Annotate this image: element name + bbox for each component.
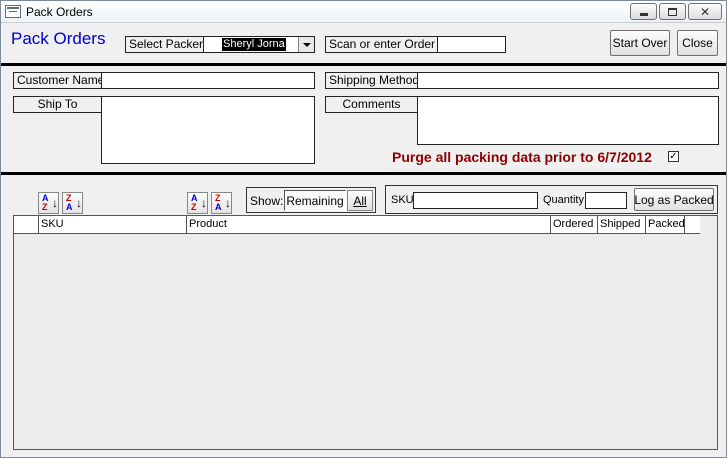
shipping-method-field[interactable] xyxy=(417,72,719,89)
window-close-button[interactable]: ✕ xyxy=(688,3,722,20)
row-selector-header xyxy=(14,216,39,233)
shipping-method-label: Shipping Method xyxy=(325,72,419,89)
show-all-label: All xyxy=(353,193,367,208)
form-icon xyxy=(5,5,21,18)
sort-sku-descending-button[interactable]: Z A ↓ xyxy=(62,192,83,214)
packer-combobox[interactable]: Sheryl Jorna xyxy=(203,36,315,53)
log-as-packed-button[interactable]: Log as Packed xyxy=(634,188,714,211)
column-header-sku[interactable]: SKU xyxy=(39,216,187,233)
customer-name-label: Customer Name xyxy=(13,72,104,89)
sort-product-descending-button[interactable]: Z A ↓ xyxy=(211,192,232,214)
show-label: Show: xyxy=(250,194,284,208)
quantity-label: Quantity xyxy=(543,194,584,206)
sort-desc-bottom-letter: A xyxy=(66,202,73,212)
close-icon: ✕ xyxy=(699,4,711,19)
comments-label: Comments xyxy=(325,96,418,113)
order-number-input[interactable] xyxy=(437,36,506,53)
ship-to-field[interactable] xyxy=(101,96,315,164)
section-divider-bottom xyxy=(1,172,726,175)
purge-data-label: Purge all packing data prior to 6/7/2012 xyxy=(392,149,652,165)
customer-name-field[interactable] xyxy=(101,72,315,89)
maximize-icon xyxy=(668,7,677,16)
arrow-down-icon: ↓ xyxy=(225,196,231,210)
packing-grid[interactable]: SKU Product Ordered Shipped Packed xyxy=(13,215,718,450)
minimize-button[interactable] xyxy=(630,3,657,20)
column-header-packed[interactable]: Packed xyxy=(646,216,685,233)
packer-dropdown-button[interactable] xyxy=(298,37,314,52)
page-title: Pack Orders xyxy=(11,29,106,48)
sort-sku-ascending-button[interactable]: A Z ↓ xyxy=(38,192,59,214)
start-over-button[interactable]: Start Over xyxy=(610,30,670,56)
sku-input[interactable] xyxy=(413,192,538,209)
sort-asc-bottom-letter: Z xyxy=(42,202,48,212)
sort-desc-bottom-letter: A xyxy=(215,202,222,212)
select-packer-label: Select Packer xyxy=(125,36,208,53)
column-header-ordered[interactable]: Ordered xyxy=(551,216,598,233)
arrow-down-icon: ↓ xyxy=(201,196,207,210)
pack-orders-window: Pack Orders ✕ Pack Orders Select Packer … xyxy=(0,0,727,458)
purge-checkbox[interactable]: ✓ xyxy=(668,151,679,162)
arrow-down-icon: ↓ xyxy=(52,196,58,210)
comments-field[interactable] xyxy=(417,96,719,145)
maximize-button[interactable] xyxy=(659,3,686,20)
window-title: Pack Orders xyxy=(26,5,93,19)
checkmark-icon: ✓ xyxy=(669,151,678,162)
chevron-down-icon xyxy=(302,42,311,47)
section-divider-top xyxy=(1,63,726,66)
log-packed-group: SKU Quantity Log as Packed xyxy=(385,185,718,214)
sku-label: SKU xyxy=(391,194,414,206)
arrow-down-icon: ↓ xyxy=(76,196,82,210)
minimize-icon xyxy=(639,13,648,16)
grid-header: SKU Product Ordered Shipped Packed xyxy=(14,216,700,234)
show-remaining-toggle[interactable]: Remaining xyxy=(284,190,346,211)
scan-order-label: Scan or enter Order # xyxy=(325,36,450,53)
show-all-toggle[interactable]: All xyxy=(347,190,373,211)
show-filter-group: Show: Remaining All xyxy=(246,187,376,213)
ship-to-label: Ship To xyxy=(13,96,102,113)
column-header-product[interactable]: Product xyxy=(187,216,551,233)
sort-asc-bottom-letter: Z xyxy=(191,202,197,212)
close-button[interactable]: Close xyxy=(677,30,718,56)
packer-value: Sheryl Jorna xyxy=(222,38,286,51)
quantity-input[interactable] xyxy=(585,192,627,209)
column-header-shipped[interactable]: Shipped xyxy=(598,216,646,233)
sort-product-ascending-button[interactable]: A Z ↓ xyxy=(187,192,208,214)
title-bar: Pack Orders ✕ xyxy=(1,1,726,23)
